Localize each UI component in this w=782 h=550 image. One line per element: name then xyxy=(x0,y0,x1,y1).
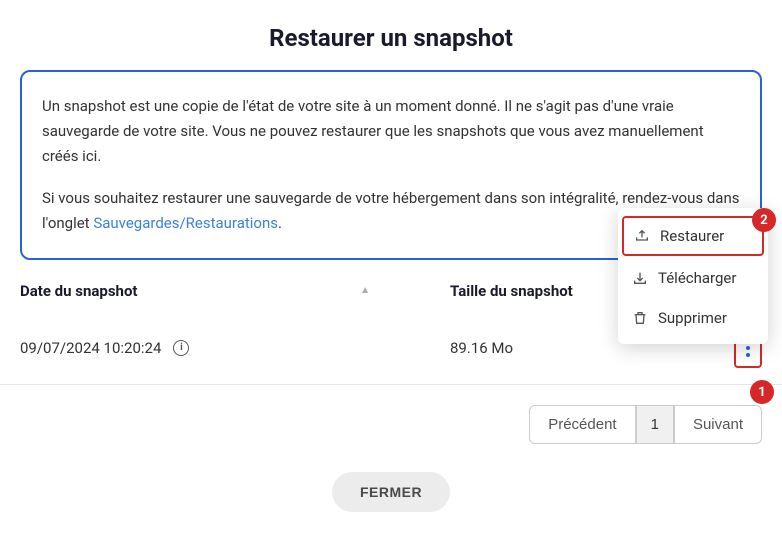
modal-title: Restaurer un snapshot xyxy=(0,0,782,70)
close-button[interactable]: FERMER xyxy=(332,472,450,512)
annotation-badge-2: 2 xyxy=(752,208,776,232)
sort-asc-icon: ▲ xyxy=(360,285,450,296)
backups-link[interactable]: Sauvegardes/Restaurations xyxy=(93,214,278,232)
annotation-badge-1: 1 xyxy=(750,380,774,404)
download-icon xyxy=(632,270,648,286)
info-paragraph-1: Un snapshot est une copie de l'état de v… xyxy=(42,94,740,168)
column-header-date[interactable]: Date du snapshot ▲ xyxy=(20,282,450,300)
pagination-page-current[interactable]: 1 xyxy=(636,405,674,444)
pagination-next[interactable]: Suivant xyxy=(674,405,762,444)
pagination: Précédent 1 Suivant xyxy=(0,385,782,444)
dropdown-item-restore[interactable]: Restaurer 2 xyxy=(622,216,764,256)
dropdown-item-delete[interactable]: Supprimer xyxy=(618,298,768,338)
info-icon[interactable]: i xyxy=(173,340,189,356)
cell-date: 09/07/2024 10:20:24 i xyxy=(20,339,450,357)
trash-icon xyxy=(632,310,648,326)
actions-dropdown: Restaurer 2 Télécharger Supprimer xyxy=(618,208,768,344)
pagination-prev[interactable]: Précédent xyxy=(529,405,635,444)
restore-icon xyxy=(634,228,650,244)
dropdown-item-download[interactable]: Télécharger xyxy=(618,258,768,298)
